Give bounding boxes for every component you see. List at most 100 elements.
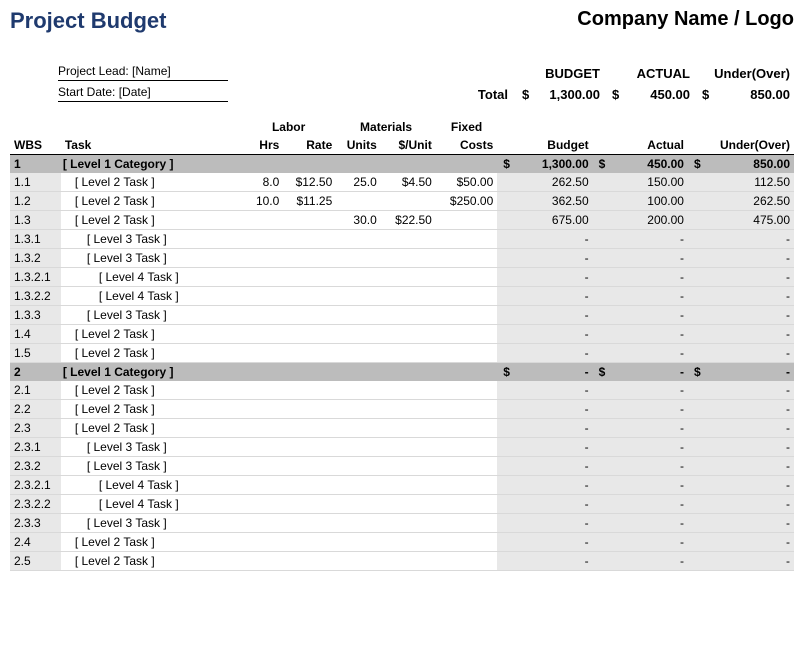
cell-budget[interactable]: - bbox=[497, 514, 592, 533]
cell-rate[interactable] bbox=[283, 325, 336, 344]
table-row[interactable]: 2.3.2.1[ Level 4 Task ]--- bbox=[10, 476, 794, 495]
cell-hrs[interactable] bbox=[241, 344, 283, 363]
cell-fixed[interactable] bbox=[436, 211, 497, 230]
cell-under[interactable]: - bbox=[688, 495, 794, 514]
cell-hrs[interactable] bbox=[241, 230, 283, 249]
cell-units[interactable] bbox=[336, 533, 380, 552]
cell-hrs[interactable] bbox=[241, 495, 283, 514]
cell-wbs[interactable]: 1.3.3 bbox=[10, 306, 61, 325]
cell-actual[interactable]: - bbox=[593, 344, 688, 363]
cell-units[interactable] bbox=[336, 457, 380, 476]
cell-under[interactable]: - bbox=[688, 249, 794, 268]
cell-units[interactable]: 30.0 bbox=[336, 211, 380, 230]
cell-task[interactable]: [ Level 2 Task ] bbox=[61, 173, 241, 192]
cell-budget[interactable]: - bbox=[497, 249, 592, 268]
cell-budget[interactable]: 262.50 bbox=[497, 173, 592, 192]
cell-rate[interactable] bbox=[283, 249, 336, 268]
cell-under[interactable]: $850.00 bbox=[688, 155, 794, 174]
cell-fixed[interactable] bbox=[436, 552, 497, 571]
cell-task[interactable]: [ Level 3 Task ] bbox=[61, 514, 241, 533]
cell-under[interactable]: - bbox=[688, 514, 794, 533]
cell-under[interactable]: - bbox=[688, 457, 794, 476]
cell-actual[interactable]: 100.00 bbox=[593, 192, 688, 211]
cell-rate[interactable]: $11.25 bbox=[283, 192, 336, 211]
cell-under[interactable]: - bbox=[688, 381, 794, 400]
cell-fixed[interactable] bbox=[436, 381, 497, 400]
cell-under[interactable]: - bbox=[688, 400, 794, 419]
cell-punit[interactable]: $22.50 bbox=[381, 211, 436, 230]
cell-wbs[interactable]: 1 bbox=[10, 155, 61, 174]
cell-task[interactable]: [ Level 2 Task ] bbox=[61, 325, 241, 344]
table-row[interactable]: 2.5[ Level 2 Task ]--- bbox=[10, 552, 794, 571]
cell-rate[interactable] bbox=[283, 230, 336, 249]
cell-hrs[interactable] bbox=[241, 211, 283, 230]
table-row[interactable]: 1.5[ Level 2 Task ]--- bbox=[10, 344, 794, 363]
cell-budget[interactable]: $- bbox=[497, 363, 592, 382]
table-row[interactable]: 1.4[ Level 2 Task ]--- bbox=[10, 325, 794, 344]
cell-rate[interactable] bbox=[283, 268, 336, 287]
cell-fixed[interactable] bbox=[436, 306, 497, 325]
cell-under[interactable]: - bbox=[688, 533, 794, 552]
cell-rate[interactable] bbox=[283, 533, 336, 552]
table-row[interactable]: 2.3.1[ Level 3 Task ]--- bbox=[10, 438, 794, 457]
table-row[interactable]: 2.1[ Level 2 Task ]--- bbox=[10, 381, 794, 400]
cell-fixed[interactable] bbox=[436, 457, 497, 476]
table-row[interactable]: 2[ Level 1 Category ]$-$-$- bbox=[10, 363, 794, 382]
cell-rate[interactable] bbox=[283, 457, 336, 476]
cell-hrs[interactable] bbox=[241, 287, 283, 306]
cell-wbs[interactable]: 2.3.3 bbox=[10, 514, 61, 533]
cell-budget[interactable]: - bbox=[497, 344, 592, 363]
cell-units[interactable] bbox=[336, 325, 380, 344]
table-row[interactable]: 2.3.2[ Level 3 Task ]--- bbox=[10, 457, 794, 476]
cell-hrs[interactable] bbox=[241, 400, 283, 419]
cell-under[interactable]: - bbox=[688, 306, 794, 325]
cell-task[interactable]: [ Level 2 Task ] bbox=[61, 533, 241, 552]
cell-fixed[interactable] bbox=[436, 533, 497, 552]
cell-under[interactable]: $- bbox=[688, 363, 794, 382]
cell-actual[interactable]: - bbox=[593, 552, 688, 571]
cell-fixed[interactable] bbox=[436, 495, 497, 514]
cell-punit[interactable] bbox=[381, 344, 436, 363]
table-row[interactable]: 1.1[ Level 2 Task ]8.0$12.5025.0$4.50$50… bbox=[10, 173, 794, 192]
cell-fixed[interactable] bbox=[436, 287, 497, 306]
cell-fixed[interactable]: $250.00 bbox=[436, 192, 497, 211]
cell-task[interactable]: [ Level 4 Task ] bbox=[61, 476, 241, 495]
cell-punit[interactable] bbox=[381, 514, 436, 533]
cell-actual[interactable]: 200.00 bbox=[593, 211, 688, 230]
cell-actual[interactable]: - bbox=[593, 400, 688, 419]
cell-rate[interactable] bbox=[283, 287, 336, 306]
cell-budget[interactable]: - bbox=[497, 533, 592, 552]
cell-actual[interactable]: - bbox=[593, 381, 688, 400]
cell-wbs[interactable]: 2.2 bbox=[10, 400, 61, 419]
cell-fixed[interactable] bbox=[436, 230, 497, 249]
cell-under[interactable]: - bbox=[688, 287, 794, 306]
cell-rate[interactable] bbox=[283, 552, 336, 571]
cell-task[interactable]: [ Level 4 Task ] bbox=[61, 287, 241, 306]
cell-budget[interactable]: $1,300.00 bbox=[497, 155, 592, 174]
cell-task[interactable]: [ Level 4 Task ] bbox=[61, 495, 241, 514]
cell-punit[interactable] bbox=[381, 419, 436, 438]
cell-budget[interactable]: - bbox=[497, 400, 592, 419]
cell-budget[interactable]: - bbox=[497, 476, 592, 495]
cell-punit[interactable] bbox=[381, 192, 436, 211]
cell-rate[interactable] bbox=[283, 344, 336, 363]
cell-task[interactable]: [ Level 2 Task ] bbox=[61, 344, 241, 363]
cell-under[interactable]: - bbox=[688, 325, 794, 344]
cell-units[interactable]: 25.0 bbox=[336, 173, 380, 192]
cell-punit[interactable] bbox=[381, 457, 436, 476]
cell-hrs[interactable] bbox=[241, 438, 283, 457]
table-row[interactable]: 1.3[ Level 2 Task ]30.0$22.50675.00200.0… bbox=[10, 211, 794, 230]
cell-budget[interactable]: - bbox=[497, 495, 592, 514]
cell-budget[interactable]: - bbox=[497, 457, 592, 476]
cell-punit[interactable] bbox=[381, 230, 436, 249]
cell-rate[interactable] bbox=[283, 514, 336, 533]
cell-hrs[interactable] bbox=[241, 306, 283, 325]
cell-hrs[interactable] bbox=[241, 381, 283, 400]
cell-punit[interactable] bbox=[381, 400, 436, 419]
table-row[interactable]: 1.3.2.1[ Level 4 Task ]--- bbox=[10, 268, 794, 287]
cell-task[interactable]: [ Level 2 Task ] bbox=[61, 211, 241, 230]
cell-budget[interactable]: - bbox=[497, 287, 592, 306]
cell-hrs[interactable] bbox=[241, 268, 283, 287]
cell-actual[interactable]: - bbox=[593, 287, 688, 306]
cell-units[interactable] bbox=[336, 230, 380, 249]
